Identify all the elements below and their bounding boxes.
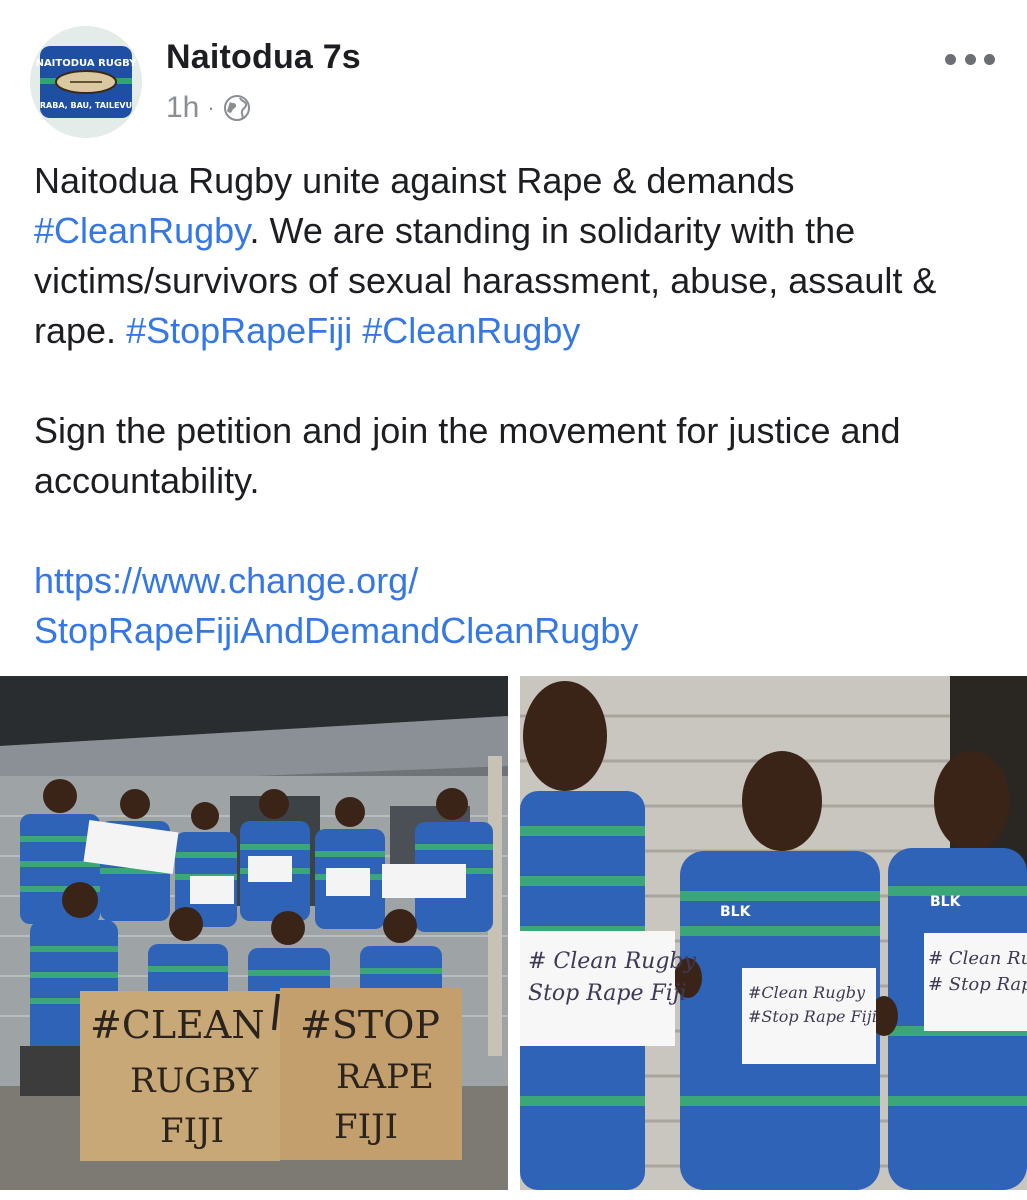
petition-link[interactable]: https://www.change.org/ StopRapeFijiAndD… <box>34 556 1004 656</box>
post-header: NAITODUA RUGBY RABA, BAU, TAILEVU Naitod… <box>0 0 1027 150</box>
meta-separator: · <box>207 95 215 120</box>
post-body: Naitodua Rugby unite against Rape & dema… <box>34 156 1004 656</box>
author-name[interactable]: Naitodua 7s <box>166 38 361 77</box>
sign-text: # Stop Rape <box>928 974 1027 995</box>
post-time[interactable]: 1h <box>166 91 199 125</box>
sign-text: FIJI <box>334 1107 398 1147</box>
sign-text: # Clean Rugb <box>928 948 1027 969</box>
post-meta: 1h · <box>166 90 251 126</box>
logo-bottom-text: RABA, BAU, TAILEVU <box>40 101 132 110</box>
globe-icon[interactable] <box>223 94 251 122</box>
photo-group-team[interactable]: #CLEAN RUGBY FIJI #STOP RAPE FIJI <box>0 676 508 1190</box>
rugby-logo-icon: NAITODUA RUGBY RABA, BAU, TAILEVU <box>30 26 142 138</box>
dot-icon <box>964 53 976 65</box>
jersey-brand: BLK <box>720 904 752 920</box>
sign-text: #STOP <box>300 1003 440 1047</box>
dot-icon <box>945 53 956 65</box>
petition-link-line1[interactable]: https://www.change.org/ <box>34 560 418 601</box>
post-paragraph: Naitodua Rugby unite against Rape & dema… <box>34 156 1004 356</box>
hashtag-cleanrugby[interactable]: #CleanRugby <box>34 210 249 251</box>
petition-link-line2[interactable]: StopRapeFijiAndDemandCleanRugby <box>34 610 638 651</box>
post-paragraph: Sign the petition and join the movement … <box>34 410 901 501</box>
sign-text: #CLEAN <box>90 1003 265 1047</box>
sign-text: #Clean Rugby <box>748 983 866 1002</box>
more-dots-icon[interactable] <box>945 44 995 74</box>
sign-text: RAPE <box>336 1057 434 1097</box>
dot-icon <box>984 53 995 65</box>
sign-text: # Clean Rugby <box>528 949 696 974</box>
logo-top-text: NAITODUA RUGBY <box>36 58 138 69</box>
hashtag-stoprapefiji[interactable]: #StopRapeFiji <box>126 310 352 351</box>
photo-players-holding-signs[interactable]: BLK BLK # Clean Rugby Stop Rape Fiji #Cl… <box>520 676 1027 1190</box>
sign-text: Stop Rape Fiji <box>528 981 687 1006</box>
post-text-line: Naitodua Rugby unite against Rape & dema… <box>34 160 795 201</box>
hashtag-cleanrugby-2[interactable]: #CleanRugby <box>362 310 580 351</box>
page-avatar[interactable]: NAITODUA RUGBY RABA, BAU, TAILEVU <box>30 26 142 138</box>
sign-text: FIJI <box>160 1111 224 1151</box>
sign-text: #Stop Rape Fiji <box>748 1007 877 1026</box>
jersey-brand: BLK <box>930 894 962 910</box>
sign-text: RUGBY <box>130 1061 259 1101</box>
